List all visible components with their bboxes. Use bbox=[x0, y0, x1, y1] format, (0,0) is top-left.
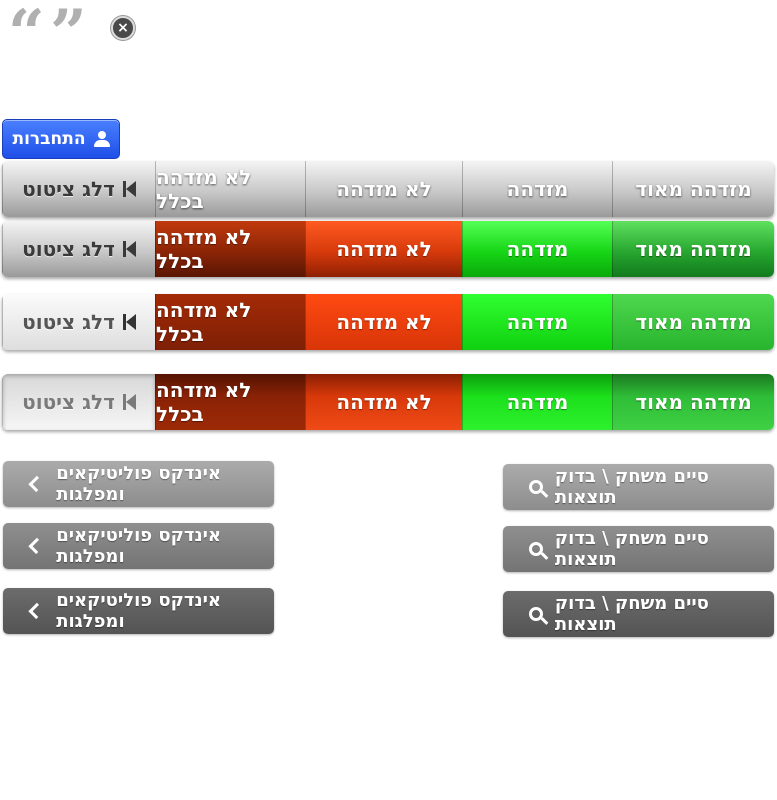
rating-not-identify-button[interactable]: לא מזדהה bbox=[305, 374, 462, 430]
open-quote-icon: “ bbox=[8, 0, 45, 71]
rating-not-at-all-button[interactable]: לא מזדהה בכלל bbox=[155, 161, 305, 217]
skip-back-icon bbox=[122, 241, 136, 257]
finish-game-label: סיים משחק \ בדוק תוצאות bbox=[554, 528, 709, 570]
close-quote-icon: ” bbox=[50, 0, 87, 71]
rating-not-at-all-button[interactable]: לא מזדהה בכלל bbox=[155, 294, 305, 350]
rating-not-identify-button[interactable]: לא מזדהה bbox=[305, 221, 462, 277]
login-label: התחברות bbox=[12, 129, 86, 149]
rating-not-at-all-button[interactable]: לא מזדהה בכלל bbox=[155, 221, 305, 277]
finish-game-button[interactable]: סיים משחק \ בדוק תוצאות bbox=[503, 464, 774, 510]
rating-very-identify-button[interactable]: מזדהה מאוד bbox=[612, 161, 774, 217]
chevron-left-icon bbox=[28, 537, 45, 555]
politicians-index-label: אינדקס פוליטיקאים ומפלגות bbox=[56, 525, 222, 567]
rating-row-disabled: מזדהה מאוד מזדהה לא מזדהה לא מזדהה בכלל … bbox=[2, 161, 774, 217]
rating-not-identify-button[interactable]: לא מזדהה bbox=[305, 161, 462, 217]
skip-label: דלג ציטוט bbox=[22, 390, 115, 414]
rating-row-hover: מזדהה מאוד מזדהה לא מזדהה לא מזדהה בכלל … bbox=[2, 294, 774, 350]
skip-quote-button[interactable]: דלג ציטוט bbox=[2, 374, 155, 430]
politicians-index-label: אינדקס פוליטיקאים ומפלגות bbox=[56, 590, 222, 632]
user-icon bbox=[93, 131, 110, 147]
politicians-index-button[interactable]: אינדקס פוליטיקאים ומפלגות bbox=[3, 461, 274, 507]
rating-identify-button[interactable]: מזדהה bbox=[462, 161, 612, 217]
finish-game-label: סיים משחק \ בדוק תוצאות bbox=[554, 593, 709, 635]
rating-identify-button[interactable]: מזדהה bbox=[462, 221, 612, 277]
search-icon bbox=[529, 480, 543, 494]
skip-label: דלג ציטוט bbox=[22, 310, 115, 334]
rating-very-identify-button[interactable]: מזדהה מאוד bbox=[612, 294, 774, 350]
chevron-left-icon bbox=[28, 475, 45, 493]
rating-not-identify-button[interactable]: לא מזדהה bbox=[305, 294, 462, 350]
rating-not-at-all-button[interactable]: לא מזדהה בכלל bbox=[155, 374, 305, 430]
rating-row-pressed: מזדהה מאוד מזדהה לא מזדהה לא מזדהה בכלל … bbox=[2, 374, 774, 430]
login-button[interactable]: התחברות bbox=[2, 119, 120, 159]
rating-row-glossy: מזדהה מאוד מזדהה לא מזדהה לא מזדהה בכלל … bbox=[2, 221, 774, 277]
chevron-left-icon bbox=[28, 602, 45, 620]
skip-quote-button[interactable]: דלג ציטוט bbox=[2, 221, 155, 277]
skip-back-icon bbox=[122, 394, 136, 410]
search-icon bbox=[529, 607, 543, 621]
skip-quote-button[interactable]: דלג ציטוט bbox=[2, 161, 155, 217]
search-icon bbox=[529, 542, 543, 556]
close-button[interactable]: × bbox=[111, 16, 135, 40]
rating-identify-button[interactable]: מזדהה bbox=[462, 374, 612, 430]
rating-identify-button[interactable]: מזדהה bbox=[462, 294, 612, 350]
politicians-index-button[interactable]: אינדקס פוליטיקאים ומפלגות bbox=[3, 523, 274, 569]
politicians-index-label: אינדקס פוליטיקאים ומפלגות bbox=[56, 463, 222, 505]
skip-quote-button[interactable]: דלג ציטוט bbox=[2, 294, 155, 350]
skip-label: דלג ציטוט bbox=[22, 237, 115, 261]
skip-back-icon bbox=[122, 181, 136, 197]
finish-game-label: סיים משחק \ בדוק תוצאות bbox=[554, 466, 709, 508]
skip-label: דלג ציטוט bbox=[22, 177, 115, 201]
rating-very-identify-button[interactable]: מזדהה מאוד bbox=[612, 221, 774, 277]
skip-back-icon bbox=[122, 314, 136, 330]
rating-very-identify-button[interactable]: מזדהה מאוד bbox=[612, 374, 774, 430]
politicians-index-button[interactable]: אינדקס פוליטיקאים ומפלגות bbox=[3, 588, 274, 634]
finish-game-button[interactable]: סיים משחק \ בדוק תוצאות bbox=[503, 526, 774, 572]
finish-game-button[interactable]: סיים משחק \ בדוק תוצאות bbox=[503, 591, 774, 637]
